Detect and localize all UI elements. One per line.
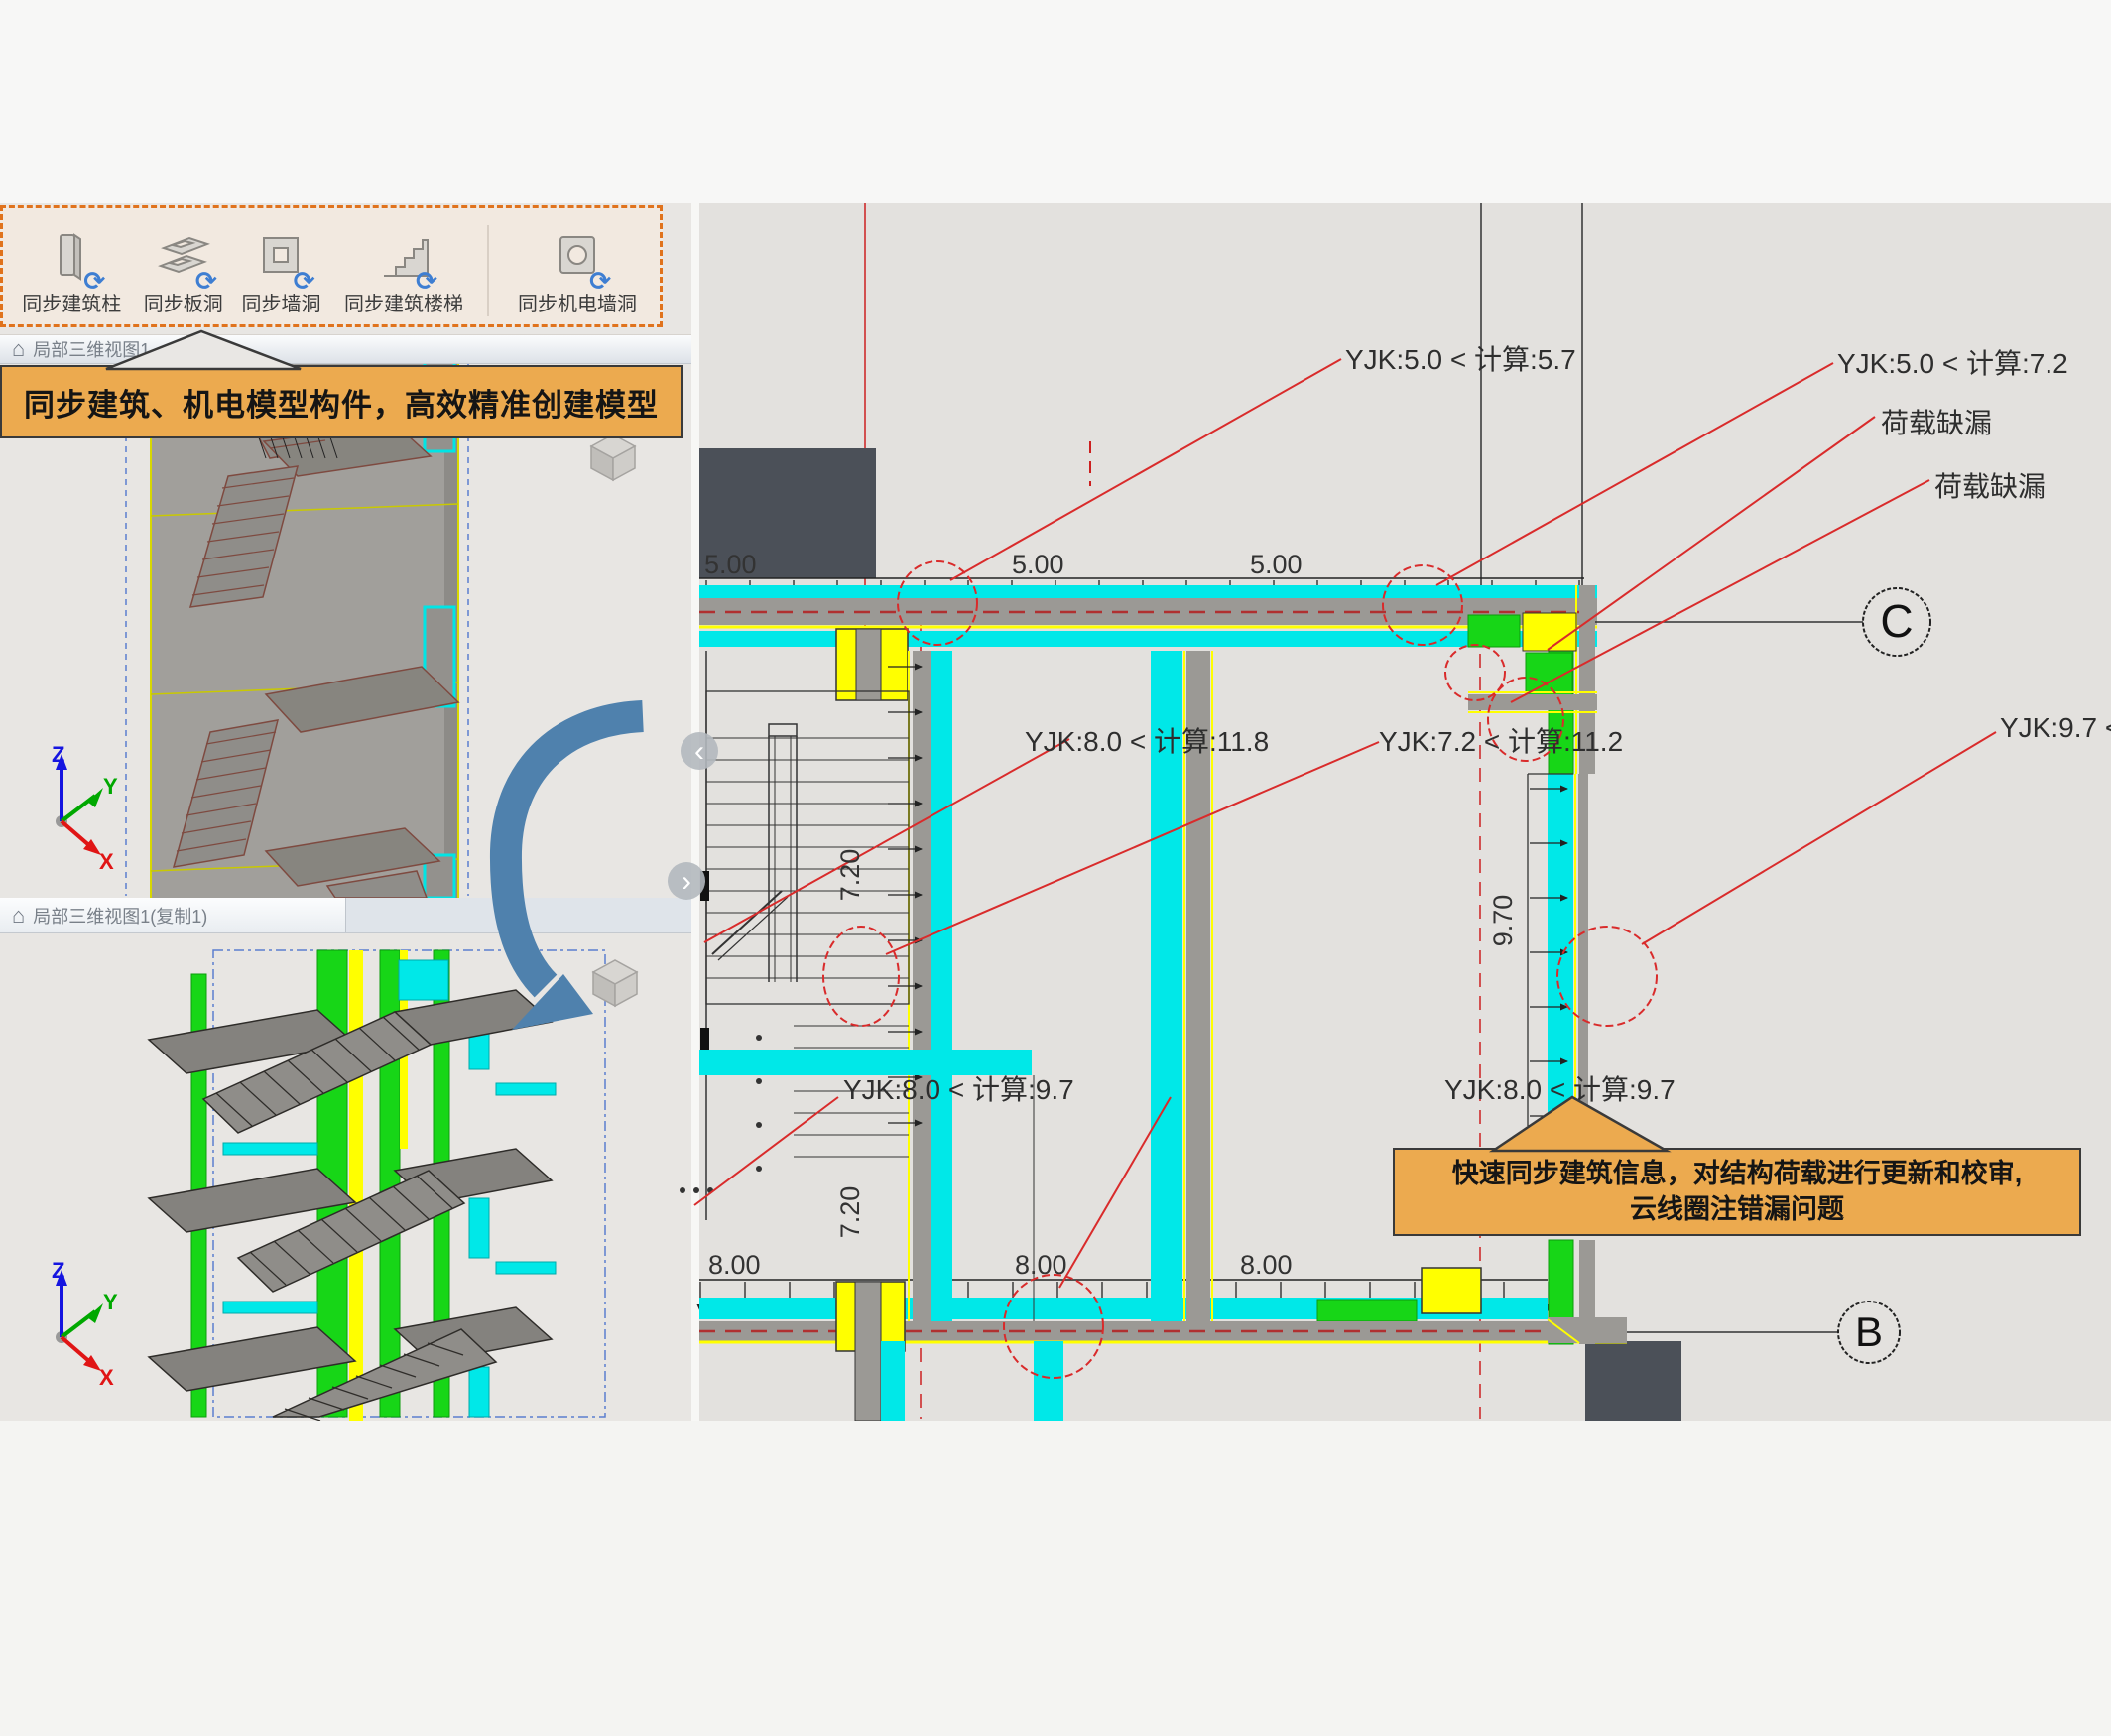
plan-solid-block-bottom — [1585, 1341, 1681, 1421]
top-margin — [0, 0, 2111, 203]
bottom-margin — [0, 1421, 2111, 1736]
dim-right: 9.70 — [1488, 895, 1518, 947]
dim-bottom: 8.00 — [1240, 1250, 1293, 1280]
sync-arrows-icon: ⟳ — [83, 268, 105, 294]
annotation: YJK:5.0 < 计算:7.2 — [1837, 348, 2068, 379]
toolbar-callout-pointer — [94, 327, 312, 371]
sync-arrows-icon: ⟳ — [416, 268, 437, 294]
view2-tab[interactable]: ⌂ 局部三维视图1(复制1) — [0, 898, 346, 932]
dim-left: 7.20 — [835, 849, 865, 902]
dim-top: 5.00 — [1012, 550, 1064, 579]
sync-arrows-icon: ⟳ — [195, 268, 217, 294]
annotation: YJK:5.0 < 计算:5.7 — [1345, 344, 1576, 375]
dim-top: 5.00 — [704, 550, 757, 579]
grid-label-c: C — [1880, 595, 1913, 647]
dim-left: 7.20 — [835, 1186, 865, 1239]
sync-arrows-icon: ⟳ — [294, 268, 315, 294]
dim-bottom: 8.00 — [1015, 1250, 1067, 1280]
yellow-strip — [349, 950, 363, 1421]
axis-z-label: Z — [52, 742, 64, 767]
home-icon: ⌂ — [12, 338, 25, 360]
sync-wall-opening-button[interactable]: ⟳ 同步墙洞 — [232, 230, 330, 316]
view2-tab-label[interactable]: 局部三维视图1(复制1) — [33, 903, 207, 929]
toolbar-callout-text: 同步建筑、机电模型构件，高效精准创建模型 — [24, 380, 659, 425]
home-icon: ⌂ — [12, 905, 25, 927]
dim-top: 5.00 — [1250, 550, 1303, 579]
stairs-icon: ⟳ — [376, 230, 432, 286]
sync-arrows-icon: ⟳ — [589, 268, 611, 294]
toolbar-callout: 同步建筑、机电模型构件，高效精准创建模型 — [0, 365, 683, 438]
annotation: 荷载缺漏 — [1934, 471, 2046, 502]
wall-opening-icon: ⟳ — [254, 230, 310, 286]
annotation: YJK:8.0 < 计算:9.7 — [1444, 1074, 1676, 1105]
button-label: 同步建筑楼梯 — [344, 288, 463, 316]
annotation: YJK:7.2 < 计算:11.2 — [1379, 726, 1623, 757]
view2-titlebar[interactable]: ⌂ 局部三维视图1(复制1) — [0, 898, 691, 933]
panel-separator[interactable] — [691, 203, 699, 1421]
plan-callout: 快速同步建筑信息，对结构荷载进行更新和校审, 云线圈注错漏问题 — [1393, 1148, 2081, 1236]
annotation: YJK:8.0 < 计算:11.8 — [1025, 726, 1269, 757]
sync-toolbar: ⟳ 同步建筑柱 ⟳ 同步板洞 ⟳ 同步墙洞 ⟳ 同步建筑楼梯 — [0, 205, 663, 327]
axis-y-label: Y — [103, 774, 118, 799]
axis-z-label: Z — [52, 1258, 64, 1283]
sync-slab-opening-button[interactable]: ⟳ 同步板洞 — [134, 230, 232, 316]
axis-x-label: X — [99, 849, 114, 874]
axis-y-label: Y — [103, 1290, 118, 1314]
annotation: YJK:9.7 < — [2000, 712, 2111, 743]
column-icon: ⟳ — [44, 230, 99, 286]
grid-label-b: B — [1855, 1308, 1883, 1355]
toolbar-separator — [487, 225, 489, 316]
slab-opening-icon: ⟳ — [156, 230, 211, 286]
button-label: 同步建筑柱 — [22, 288, 121, 316]
axis-x-label: X — [99, 1365, 114, 1390]
mep-wall-opening-icon: ⟳ — [550, 230, 605, 286]
annotation: 荷载缺漏 — [1881, 408, 1992, 438]
plan-callout-line2: 云线圈注错漏问题 — [1630, 1192, 1844, 1227]
sync-mep-wall-opening-button[interactable]: ⟳ 同步机电墙洞 — [499, 230, 656, 316]
sync-column-button[interactable]: ⟳ 同步建筑柱 — [9, 230, 134, 316]
annotation: YJK:8.0 < 计算:9.7 — [843, 1074, 1074, 1105]
button-label: 同步机电墙洞 — [518, 288, 637, 316]
sync-stair-button[interactable]: ⟳ 同步建筑楼梯 — [330, 230, 477, 316]
plan-callout-line1: 快速同步建筑信息，对结构荷载进行更新和校审, — [1452, 1157, 2023, 1191]
dim-bottom: 8.00 — [708, 1250, 761, 1280]
